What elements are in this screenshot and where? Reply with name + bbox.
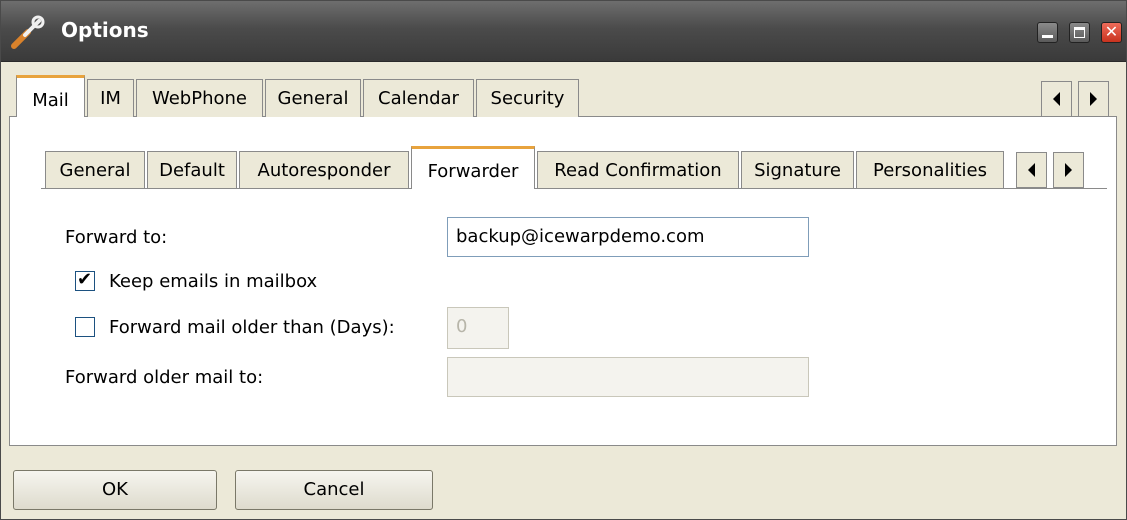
forward-to-label: Forward to: bbox=[65, 227, 168, 248]
window-title: Options bbox=[61, 18, 149, 42]
arrow-left-icon bbox=[1053, 92, 1060, 106]
arrow-right-icon bbox=[1065, 163, 1072, 177]
forward-to-input[interactable]: backup@icewarpdemo.com bbox=[447, 217, 809, 257]
tab-general[interactable]: General bbox=[265, 79, 361, 117]
subtab-read-confirmation[interactable]: Read Confirmation bbox=[537, 151, 739, 188]
subtab-personalities[interactable]: Personalities bbox=[856, 151, 1004, 188]
minimize-button[interactable] bbox=[1037, 22, 1058, 43]
ok-button[interactable]: OK bbox=[13, 470, 217, 510]
subtab-baseline bbox=[41, 188, 1107, 189]
checkmark-icon: ✔ bbox=[77, 269, 93, 290]
tabs-scroll-left-button[interactable] bbox=[1041, 81, 1072, 117]
days-input[interactable]: 0 bbox=[447, 307, 509, 349]
forward-older-to-input[interactable] bbox=[447, 357, 809, 397]
maximize-icon bbox=[1074, 27, 1085, 38]
wrench-icon bbox=[11, 15, 45, 49]
maximize-button[interactable] bbox=[1069, 22, 1090, 43]
minimize-icon bbox=[1042, 35, 1053, 38]
tab-mail[interactable]: Mail bbox=[16, 75, 85, 117]
subtab-signature[interactable]: Signature bbox=[741, 151, 854, 188]
subtabs-scroll-left-button[interactable] bbox=[1016, 152, 1047, 188]
subtab-general[interactable]: General bbox=[45, 151, 145, 188]
arrow-right-icon bbox=[1090, 92, 1097, 106]
forward-older-label: Forward mail older than (Days): bbox=[109, 317, 395, 338]
options-window: Options ✕ Mail IM WebPhone General Calen… bbox=[0, 0, 1127, 520]
subtab-default[interactable]: Default bbox=[147, 151, 237, 188]
tab-calendar[interactable]: Calendar bbox=[363, 79, 474, 117]
tab-webphone[interactable]: WebPhone bbox=[136, 79, 263, 117]
forward-older-to-label: Forward older mail to: bbox=[65, 367, 264, 388]
subtabs-scroll-right-button[interactable] bbox=[1053, 152, 1084, 188]
keep-emails-checkbox[interactable]: ✔ bbox=[75, 269, 95, 291]
subtab-autoresponder[interactable]: Autoresponder bbox=[239, 151, 409, 188]
arrow-left-icon bbox=[1028, 163, 1035, 177]
forward-older-checkbox[interactable] bbox=[75, 317, 95, 337]
close-button[interactable]: ✕ bbox=[1101, 22, 1122, 43]
tab-im[interactable]: IM bbox=[87, 79, 134, 117]
keep-emails-label: Keep emails in mailbox bbox=[109, 271, 318, 292]
title-bar[interactable]: Options ✕ bbox=[1, 1, 1126, 62]
subtab-forwarder[interactable]: Forwarder bbox=[411, 146, 535, 189]
close-icon: ✕ bbox=[1104, 22, 1119, 41]
tabs-scroll-right-button[interactable] bbox=[1078, 81, 1109, 117]
tab-security[interactable]: Security bbox=[476, 79, 579, 117]
cancel-button[interactable]: Cancel bbox=[235, 470, 433, 510]
